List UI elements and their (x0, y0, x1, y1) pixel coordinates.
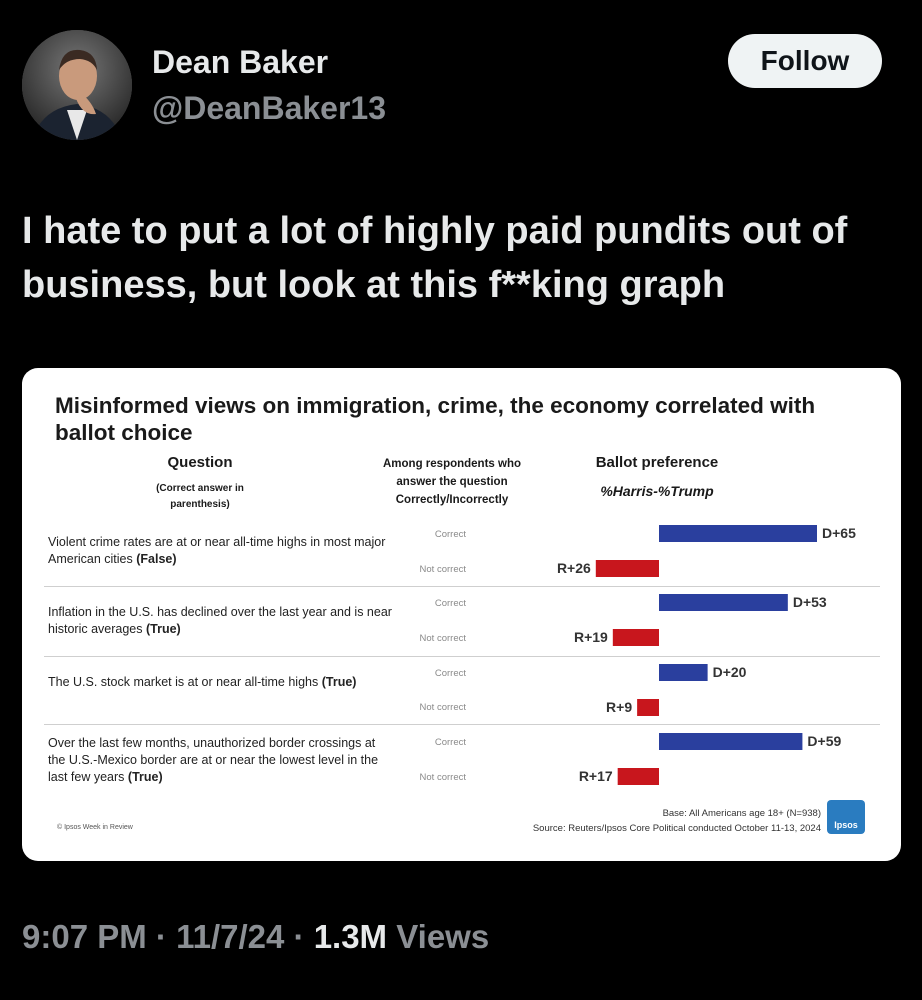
bar-correct (659, 525, 817, 542)
bar-not-correct (617, 768, 659, 785)
bar-value-label: D+59 (807, 733, 841, 749)
bar-not-correct (595, 560, 659, 577)
source-note: Source: Reuters/Ipsos Core Political con… (532, 823, 821, 834)
avatar[interactable] (22, 30, 132, 140)
bar-value-label: D+53 (793, 594, 827, 610)
separator-dot: · (155, 918, 167, 955)
tweet-date: 11/7/24 (176, 918, 285, 955)
follow-button[interactable]: Follow (728, 34, 882, 88)
bar-not-correct (637, 699, 659, 716)
ipsos-logo: Ipsos (827, 800, 865, 834)
avatar-photo (22, 30, 132, 140)
credit-text: © Ipsos Week in Review (57, 824, 133, 831)
bar-correct (659, 664, 708, 681)
tweet-timestamp[interactable]: 9:07 PM · 11/7/24 · 1.3M Views (22, 918, 489, 956)
author-name[interactable]: Dean Baker (152, 44, 328, 81)
bar-chart: D+65 R+26 D+53 R+19 D+20 R+9 D+59 R+17 (557, 525, 856, 785)
bar-value-label: R+17 (579, 768, 613, 784)
bar-value-label: R+26 (557, 560, 591, 576)
bar-correct (659, 594, 788, 611)
views-count: 1.3M (313, 918, 388, 955)
bar-not-correct (612, 629, 659, 646)
tweet-text: I hate to put a lot of highly paid pundi… (22, 210, 848, 306)
views-label: Views (396, 918, 490, 955)
bar-value-label: R+19 (574, 629, 608, 645)
author-handle[interactable]: @DeanBaker13 (152, 90, 386, 127)
bar-correct (659, 733, 803, 750)
bar-value-label: D+65 (822, 525, 856, 541)
base-note: Base: All Americans age 18+ (N=938) (662, 808, 821, 819)
tweet-time: 9:07 PM (22, 918, 147, 955)
bar-value-label: D+20 (713, 664, 747, 680)
attached-image[interactable]: Misinformed views on immigration, crime,… (22, 368, 901, 861)
separator-dot: · (293, 918, 305, 955)
bar-value-label: R+9 (606, 699, 632, 715)
